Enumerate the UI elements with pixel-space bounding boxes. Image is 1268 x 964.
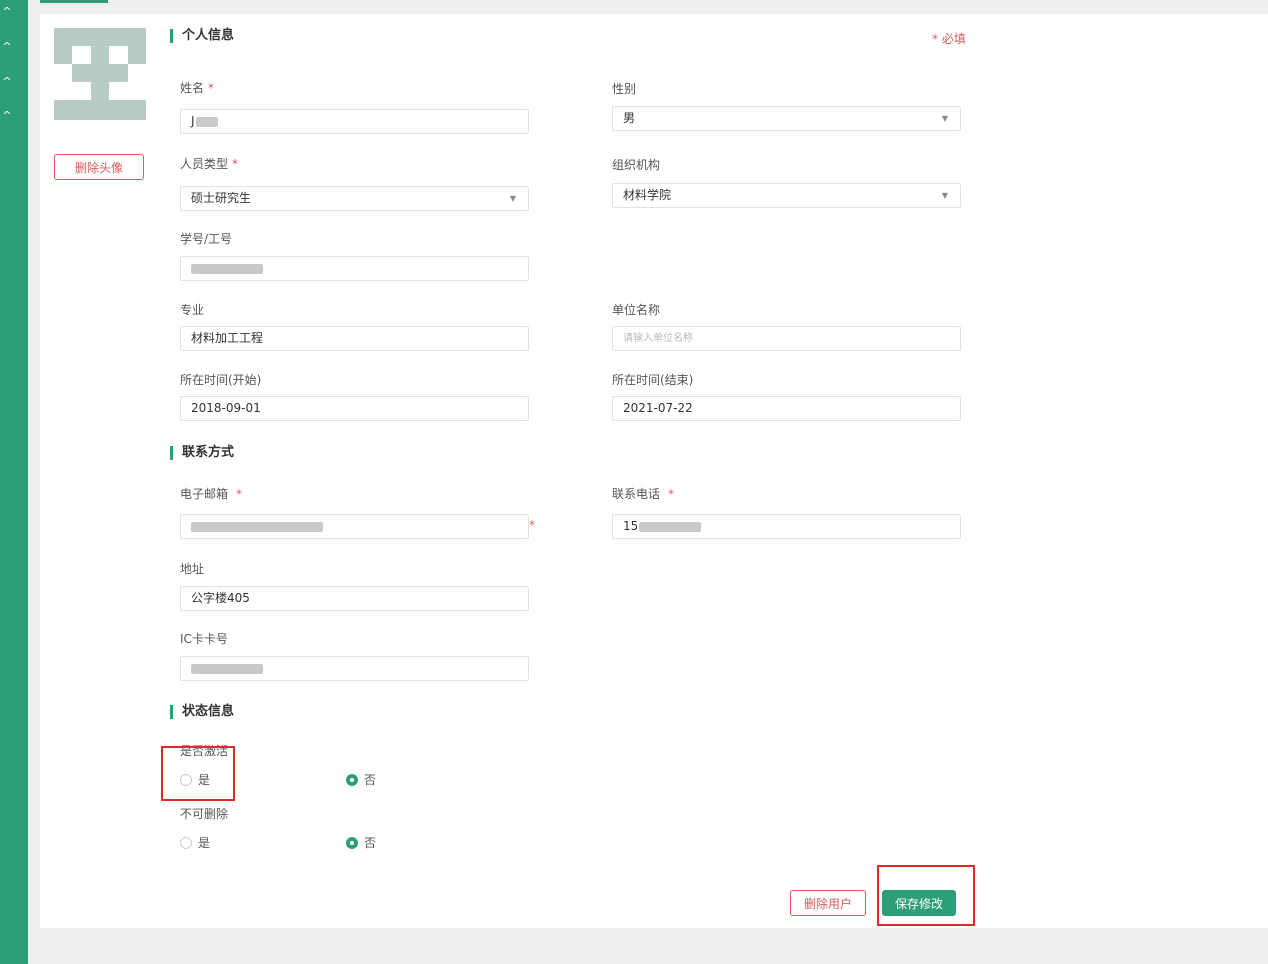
org-label: 组织机构: [612, 158, 661, 172]
phone-label: 联系电话 *: [612, 487, 675, 501]
user-detail-card: 删除头像 个人信息 * 必填 姓名 * J 性别 男 ▼ 人员类型 * 硕士研究生 ▼ …: [40, 14, 1268, 928]
phone-input[interactable]: 15: [612, 514, 961, 539]
gender-label: 性别: [612, 82, 637, 96]
ic-card-label: IC卡卡号: [180, 632, 228, 646]
delete-avatar-button[interactable]: 删除头像: [54, 154, 144, 180]
chevron-up-icon[interactable]: ^: [0, 41, 14, 53]
chevron-up-icon[interactable]: ^: [0, 110, 14, 122]
student-id-label: 学号/工号: [180, 232, 233, 246]
email-label: 电子邮箱 *: [180, 487, 243, 501]
student-id-input[interactable]: [180, 256, 529, 281]
required-note: * 必填: [932, 32, 966, 46]
avatar: [54, 28, 146, 120]
section-title-status: 状态信息: [170, 705, 234, 719]
chevron-down-icon: ▼: [941, 191, 948, 200]
major-label: 专业: [180, 303, 205, 317]
undeletable-yes-radio[interactable]: 是: [180, 834, 210, 851]
address-input[interactable]: 公字楼405: [180, 586, 529, 611]
time-end-label: 所在时间(结束): [612, 373, 694, 387]
email-required-mark: *: [529, 518, 535, 532]
sidebar: ^ ^ ^ ^: [0, 0, 28, 964]
name-label: 姓名 *: [180, 81, 215, 95]
unit-name-label: 单位名称: [612, 303, 661, 317]
active-no-radio[interactable]: 否: [346, 771, 376, 788]
undeletable-no-radio[interactable]: 否: [346, 834, 376, 851]
major-input[interactable]: 材料加工工程: [180, 326, 529, 351]
delete-user-button[interactable]: 删除用户: [790, 890, 866, 916]
ic-card-input[interactable]: [180, 656, 529, 681]
section-title-personal: 个人信息: [170, 29, 234, 43]
active-yes-radio[interactable]: 是: [180, 771, 210, 788]
active-tab-indicator: [40, 0, 108, 3]
chevron-up-icon[interactable]: ^: [0, 6, 14, 18]
time-start-input[interactable]: 2018-09-01: [180, 396, 529, 421]
chevron-up-icon[interactable]: ^: [0, 76, 14, 88]
gender-select[interactable]: 男 ▼: [612, 106, 961, 131]
time-end-input[interactable]: 2021-07-22: [612, 396, 961, 421]
unit-name-input[interactable]: 请输入单位名称: [612, 326, 961, 351]
address-label: 地址: [180, 562, 205, 576]
email-input[interactable]: [180, 514, 529, 539]
person-type-select[interactable]: 硕士研究生 ▼: [180, 186, 529, 211]
org-select[interactable]: 材料学院 ▼: [612, 183, 961, 208]
active-label: 是否激活: [180, 744, 229, 758]
undeletable-label: 不可删除: [180, 807, 229, 821]
time-start-label: 所在时间(开始): [180, 373, 262, 387]
section-title-contact: 联系方式: [170, 446, 234, 460]
name-input[interactable]: J: [180, 109, 529, 134]
person-type-label: 人员类型 *: [180, 157, 239, 171]
chevron-down-icon: ▼: [509, 194, 516, 203]
save-changes-button[interactable]: 保存修改: [882, 890, 956, 916]
chevron-down-icon: ▼: [941, 114, 948, 123]
